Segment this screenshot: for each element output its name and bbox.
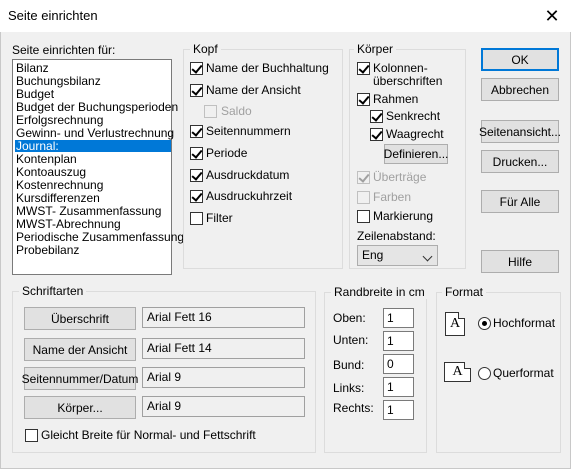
format-legend: Format [442, 285, 487, 299]
filter-checkbox[interactable] [190, 212, 203, 225]
markierung-checkbox[interactable] [357, 210, 370, 223]
ok-button[interactable]: OK [481, 48, 559, 71]
querformat-radio[interactable] [478, 367, 491, 380]
ueberschrift-font-button[interactable]: Überschrift [24, 307, 136, 330]
senkrecht-label: Senkrecht [386, 109, 441, 123]
report-listbox[interactable]: Bilanz Buchungsbilanz Budget Budget der … [12, 59, 184, 275]
kolonnenueberschriften-checkbox[interactable] [357, 62, 370, 75]
list-item[interactable]: Erfolgsrechnung [15, 114, 103, 126]
seitennummern-checkbox[interactable] [190, 125, 203, 138]
kolonnen-label-line1: Kolonnen- [373, 61, 428, 75]
definieren-button[interactable]: Definieren... [384, 144, 448, 164]
window-title: Seite einrichten [8, 8, 98, 23]
waagrecht-label: Waagrecht [386, 127, 444, 141]
zeilenabstand-select[interactable]: Eng [357, 245, 438, 266]
bund-input[interactable]: 0 [383, 354, 414, 374]
list-item[interactable]: MWST- Zusammenfassung [15, 205, 161, 217]
links-input[interactable]: 1 [383, 377, 414, 397]
list-item[interactable]: Buchungsbilanz [15, 75, 101, 87]
chevron-down-icon [422, 251, 433, 262]
abbrechen-button[interactable]: Abbrechen [481, 78, 559, 101]
name-der-ansicht-font-field: Arial Fett 14 [142, 338, 305, 359]
markierung-label: Markierung [373, 209, 434, 223]
name-der-ansicht-font-button[interactable]: Name der Ansicht [24, 338, 136, 361]
ausdruckuhrzeit-label: Ausdruckuhrzeit [206, 189, 293, 203]
rechts-label: Rechts: [333, 401, 374, 415]
hilfe-button[interactable]: Hilfe [481, 250, 559, 273]
koerper-legend: Körper [354, 42, 397, 56]
periode-label: Periode [206, 146, 248, 160]
rahmen-label: Rahmen [373, 92, 419, 106]
saldo-label: Saldo [221, 104, 252, 118]
unten-input[interactable]: 1 [383, 331, 414, 351]
querformat-label: Querformat [493, 366, 554, 380]
list-item[interactable]: Gewinn- und Verlustrechnung [15, 127, 174, 139]
fuer-alle-button[interactable]: Für Alle [481, 190, 559, 213]
unten-label: Unten: [333, 333, 369, 347]
rahmen-checkbox[interactable] [357, 93, 370, 106]
list-item[interactable]: Kontenplan [15, 153, 77, 165]
ausdruckdatum-checkbox[interactable] [190, 169, 203, 182]
bund-label: Bund: [333, 358, 365, 372]
seitennummer-datum-font-field: Arial 9 [142, 367, 305, 388]
list-item[interactable]: Kontoauszug [15, 166, 86, 178]
list-item[interactable]: Bilanz [15, 62, 49, 74]
farben-label: Farben [373, 190, 412, 204]
farben-checkbox[interactable] [357, 191, 370, 204]
seitennummern-label: Seitennummern [206, 124, 291, 138]
waagrecht-checkbox[interactable] [370, 128, 383, 141]
zeilenabstand-label: Zeilenabstand: [357, 229, 436, 243]
periode-checkbox[interactable] [190, 147, 203, 160]
uebertraege-label: Überträge [373, 170, 427, 184]
koerper-font-field: Arial 9 [142, 396, 305, 417]
gleiche-breite-checkbox[interactable] [25, 429, 38, 442]
seitenansicht-button[interactable]: Seitenansicht... [479, 120, 561, 143]
name-der-buchhaltung-label: Name der Buchhaltung [206, 61, 329, 75]
randbreite-legend: Randbreite in cm [331, 285, 428, 299]
name-der-buchhaltung-checkbox[interactable] [190, 62, 203, 75]
links-label: Links: [333, 381, 365, 395]
ueberschrift-font-field: Arial Fett 16 [142, 307, 305, 328]
kolonnen-label-line2: überschriften [373, 74, 443, 88]
oben-input[interactable]: 1 [383, 308, 414, 328]
schriftarten-legend: Schriftarten [19, 284, 87, 298]
list-item-selected[interactable]: Journal: [15, 140, 171, 152]
list-item[interactable]: Budget der Buchungsperioden [15, 101, 178, 113]
list-item[interactable]: Budget [15, 88, 54, 100]
filter-label: Filter [206, 211, 233, 225]
ausdruckuhrzeit-checkbox[interactable] [190, 190, 203, 203]
list-item[interactable]: Kursdifferenzen [15, 192, 100, 204]
list-item[interactable]: MWST-Abrechnung [15, 218, 121, 230]
koerper-font-button[interactable]: Körper... [24, 396, 136, 419]
list-item[interactable]: Periodische Zusammenfassung [15, 231, 184, 243]
report-list-label: Seite einrichten für: [12, 43, 116, 57]
close-icon[interactable]: ✕ [534, 2, 570, 30]
zeilenabstand-value: Eng [362, 248, 384, 262]
rechts-input[interactable]: 1 [383, 400, 414, 420]
gleiche-breite-label: Gleicht Breite für Normal- und Fettschri… [41, 428, 256, 442]
kopf-legend: Kopf [190, 42, 221, 56]
name-der-ansicht-checkbox[interactable] [190, 84, 203, 97]
saldo-checkbox[interactable] [204, 105, 217, 118]
oben-label: Oben: [333, 311, 366, 325]
list-item[interactable]: Kostenrechnung [15, 179, 103, 191]
senkrecht-checkbox[interactable] [370, 110, 383, 123]
hochformat-label: Hochformat [493, 316, 556, 330]
list-item[interactable]: Probebilanz [15, 244, 79, 256]
hochformat-radio[interactable] [478, 317, 491, 330]
uebertraege-checkbox[interactable] [357, 171, 370, 184]
portrait-page-icon: A [445, 312, 465, 336]
name-der-ansicht-label: Name der Ansicht [206, 83, 301, 97]
seitennummer-datum-font-button[interactable]: Seitennummer/Datum [22, 367, 138, 390]
landscape-page-icon: A [444, 362, 471, 382]
ausdruckdatum-label: Ausdruckdatum [206, 168, 290, 182]
drucken-button[interactable]: Drucken... [481, 150, 559, 173]
